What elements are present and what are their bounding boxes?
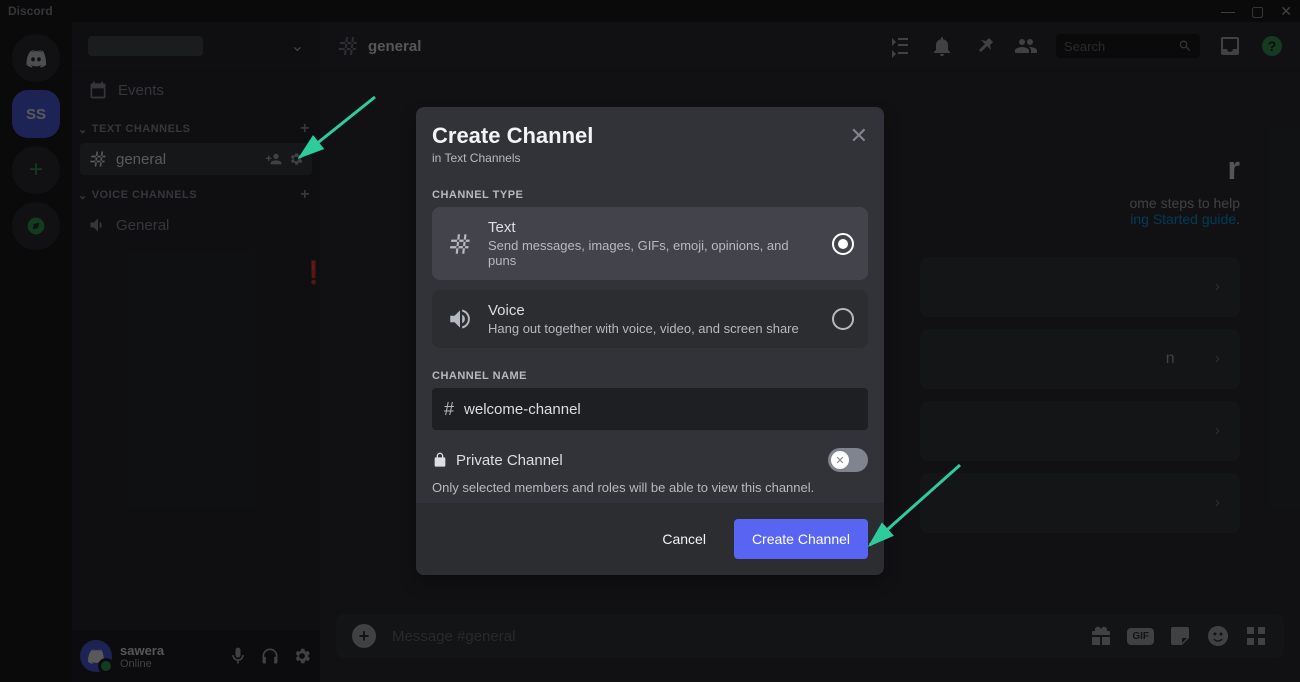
channel-name-input-wrap[interactable]: # <box>432 388 868 430</box>
create-channel-modal: Create Channel in Text Channels ✕ CHANNE… <box>416 107 884 575</box>
channel-type-text[interactable]: Text Send messages, images, GIFs, emoji,… <box>432 207 868 280</box>
channel-name-input[interactable] <box>464 401 856 418</box>
modal-close-button[interactable]: ✕ <box>850 123 868 149</box>
modal-subtitle: in Text Channels <box>432 151 868 165</box>
modal-title: Create Channel <box>432 123 868 149</box>
speaker-icon <box>447 306 473 332</box>
radio-text-selected[interactable] <box>832 233 854 255</box>
create-channel-button[interactable]: Create Channel <box>734 519 868 559</box>
channel-name-label: CHANNEL NAME <box>416 358 884 388</box>
channel-type-voice[interactable]: Voice Hang out together with voice, vide… <box>432 290 868 348</box>
hash-icon: # <box>444 399 454 420</box>
channel-type-label: CHANNEL TYPE <box>416 177 884 207</box>
cancel-button[interactable]: Cancel <box>646 521 722 557</box>
toggle-knob-icon: ✕ <box>831 451 849 469</box>
private-desc: Only selected members and roles will be … <box>432 480 868 495</box>
hash-icon <box>447 231 473 257</box>
private-channel-toggle[interactable]: ✕ <box>828 448 868 472</box>
radio-voice[interactable] <box>832 308 854 330</box>
lock-icon <box>432 452 448 468</box>
modal-overlay[interactable]: Create Channel in Text Channels ✕ CHANNE… <box>0 0 1300 682</box>
